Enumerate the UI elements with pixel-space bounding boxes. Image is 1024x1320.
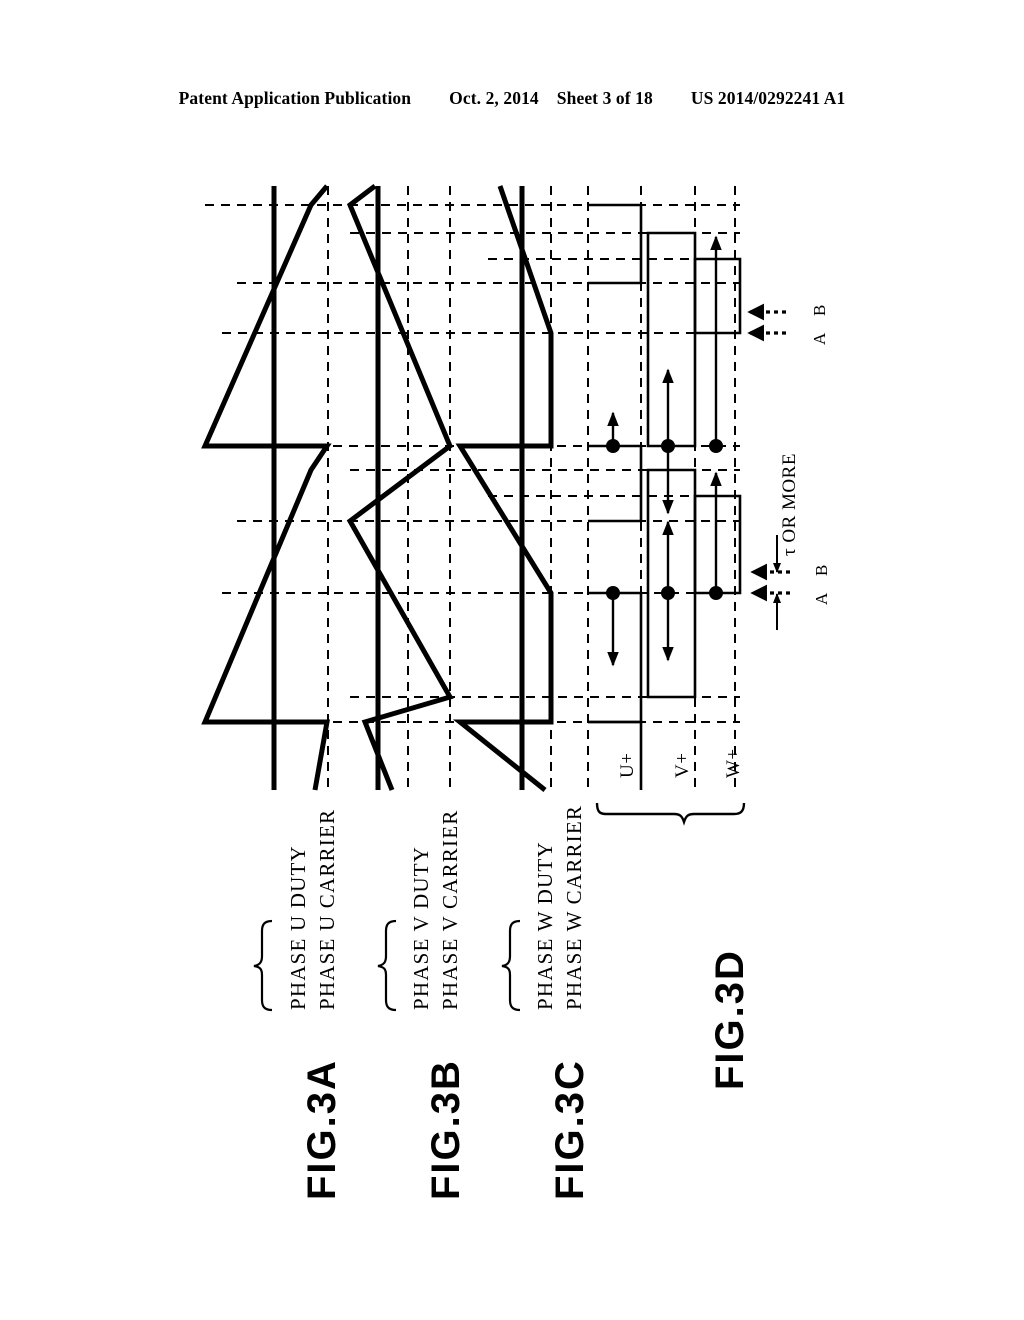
patent-drawing-svg (201, 184, 790, 826)
ab-pointer-upper (747, 303, 786, 342)
fig-3c-waveform (452, 185, 554, 792)
annotation-a-upper: A (810, 332, 829, 345)
fig-3a-trace-duty: PHASE U DUTY (286, 845, 310, 1010)
pulse-u-upper[interactable] (588, 203, 643, 285)
annotation-b-lower: B (812, 564, 831, 576)
figure-area (0, 0, 1024, 1320)
phase-v-carrier-wave (346, 184, 454, 791)
pulse-w-upper[interactable] (693, 257, 742, 335)
fig-3b-label: FIG.3B (424, 1059, 468, 1200)
phase-w-carrier-wave (452, 185, 554, 792)
pulse-w-lower[interactable] (693, 494, 742, 595)
fig-3a-trace-carrier: PHASE U CARRIER (315, 808, 339, 1010)
pulse-label-v: V+ (672, 752, 693, 778)
pulse-edge-dots (606, 439, 723, 600)
fig-3c-trace-carrier: PHASE W CARRIER (562, 804, 586, 1010)
fig-3d-label: FIG.3D (708, 949, 752, 1090)
fig-3a-label: FIG.3A (300, 1059, 344, 1200)
pulse-v-upper[interactable] (646, 231, 697, 448)
fig-3c-trace-duty: PHASE W DUTY (533, 841, 557, 1010)
pulse-group-brace (595, 802, 746, 826)
pulse-u-lower[interactable] (588, 591, 643, 724)
fig-3b-waveform (346, 184, 454, 791)
pulse-v-lower[interactable] (646, 468, 697, 699)
fig-3b-trace-duty: PHASE V DUTY (409, 845, 433, 1010)
pulse-u-mid[interactable] (588, 444, 643, 523)
fig-3b-trace-carrier: PHASE V CARRIER (438, 809, 462, 1010)
pulse-label-w: W+ (723, 748, 744, 778)
annotation-b-upper: B (810, 304, 829, 316)
fig-3c-label: FIG.3C (548, 1059, 592, 1200)
annotation-tau-or-more: τ OR MORE (779, 453, 800, 556)
fig-3a-waveform (201, 184, 332, 791)
annotation-a-lower: A (812, 592, 831, 605)
pulse-label-u: U+ (617, 752, 638, 778)
phase-u-carrier-wave (201, 184, 332, 791)
patent-page: Patent Application Publication Oct. 2, 20… (0, 0, 1024, 1320)
